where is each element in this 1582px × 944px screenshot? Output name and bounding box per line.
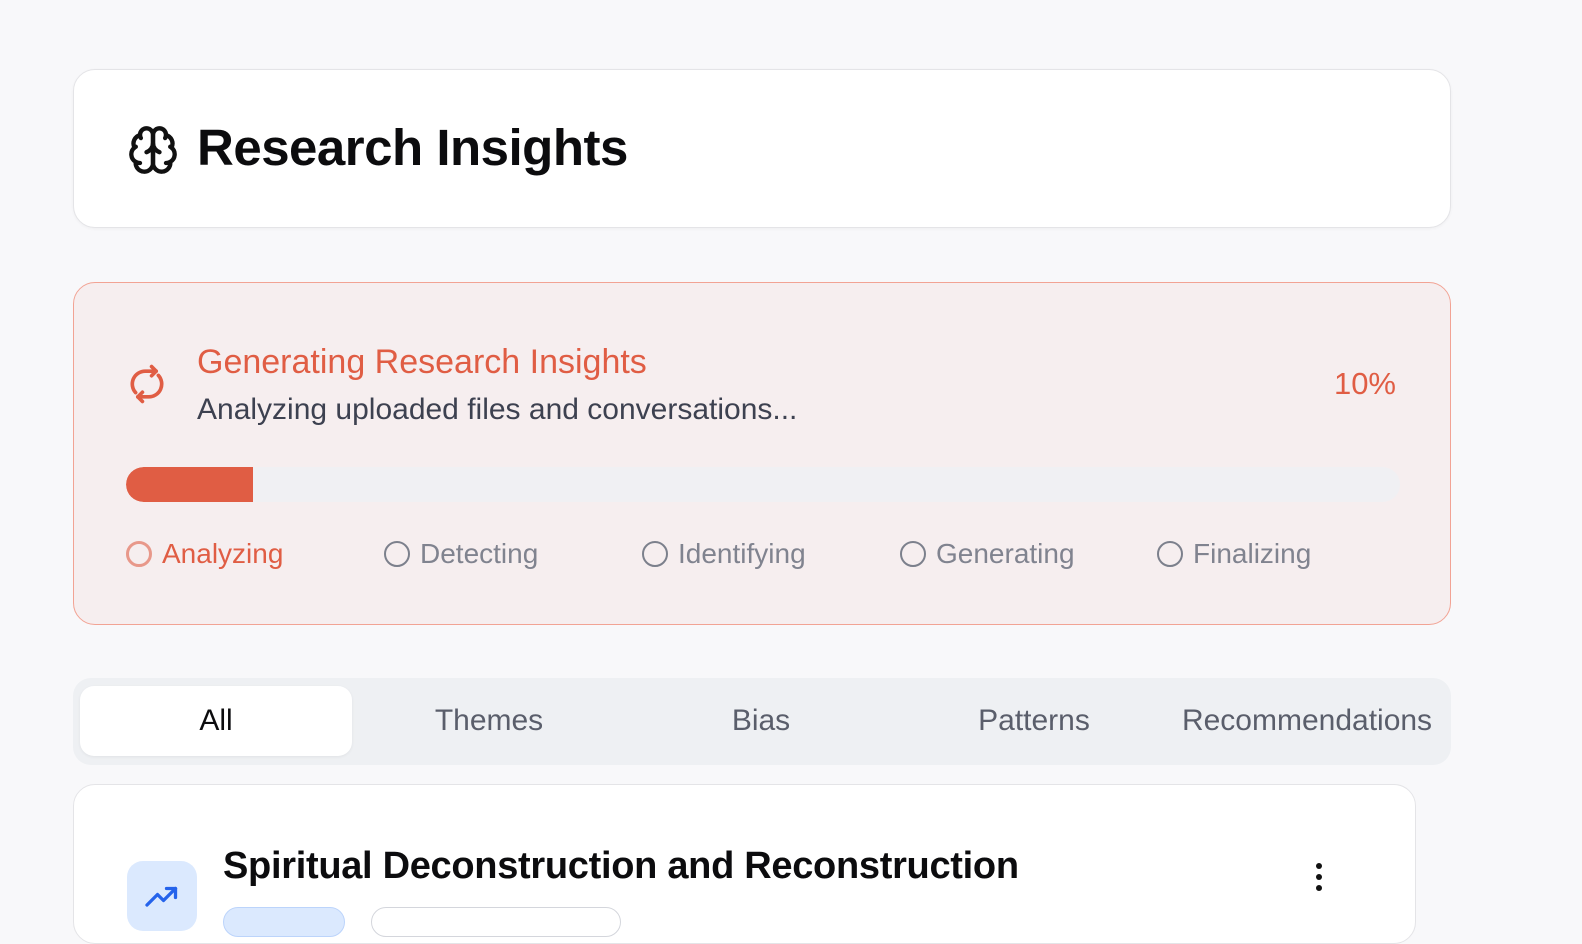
step-circle-icon <box>642 541 668 567</box>
category-badge <box>223 907 345 937</box>
tab-themes[interactable]: Themes <box>353 686 625 756</box>
refresh-icon <box>125 359 169 409</box>
tab-recommendations[interactable]: Recommendations <box>1171 686 1443 756</box>
step-circle-icon <box>900 541 926 567</box>
step-generating: Generating <box>900 535 1075 573</box>
progress-percent: 10% <box>1333 366 1396 401</box>
step-identifying: Identifying <box>642 535 806 573</box>
step-analyzing: Analyzing <box>126 535 283 573</box>
step-label: Analyzing <box>162 538 284 569</box>
progress-fill <box>126 467 254 502</box>
header-card: Research Insights <box>73 69 1451 228</box>
progress-title: Generating Research Insights <box>197 343 647 381</box>
step-label: Finalizing <box>1193 538 1312 569</box>
step-circle-icon <box>384 541 410 567</box>
step-circle-icon <box>126 541 152 567</box>
insight-icon-box <box>127 861 197 931</box>
step-label: Generating <box>936 538 1075 569</box>
more-options-icon[interactable] <box>1307 861 1331 893</box>
step-circle-icon <box>1157 541 1183 567</box>
progress-subtitle: Analyzing uploaded files and conversatio… <box>197 393 798 426</box>
insight-tabs: All Themes Bias Patterns Recommendations <box>73 678 1451 765</box>
step-label: Detecting <box>420 538 539 569</box>
tab-all[interactable]: All <box>80 686 352 756</box>
tab-patterns[interactable]: Patterns <box>898 686 1170 756</box>
step-label: Identifying <box>678 538 806 569</box>
brain-icon <box>127 124 179 176</box>
meta-badge <box>371 907 621 937</box>
progress-track <box>126 467 1400 502</box>
progress-card: Generating Research Insights Analyzing u… <box>73 282 1451 625</box>
tab-bias[interactable]: Bias <box>625 686 897 756</box>
step-finalizing: Finalizing <box>1157 535 1311 573</box>
insight-title: Spiritual Deconstruction and Reconstruct… <box>223 845 1019 887</box>
progress-steps: Analyzing Detecting Identifying Generati… <box>126 535 1426 575</box>
step-detecting: Detecting <box>384 535 538 573</box>
insight-card[interactable]: Spiritual Deconstruction and Reconstruct… <box>73 784 1416 944</box>
page-title: Research Insights <box>197 119 628 176</box>
